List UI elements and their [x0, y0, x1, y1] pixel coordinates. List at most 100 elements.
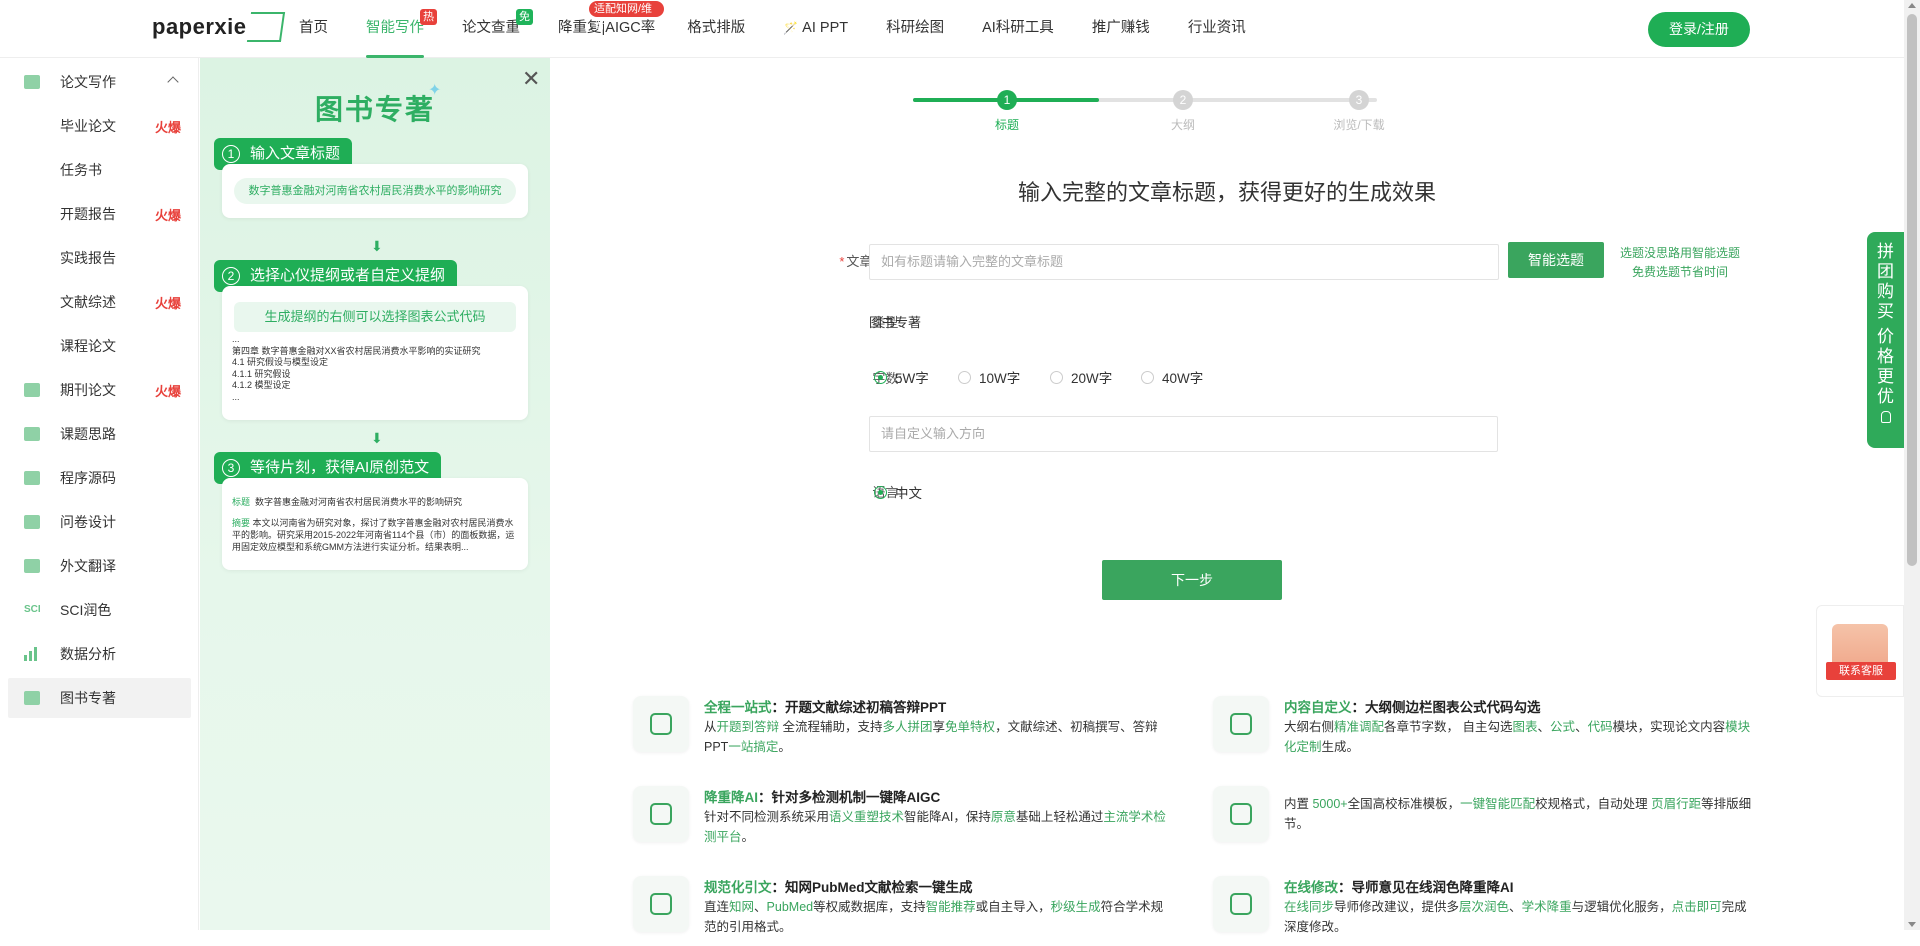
feature-desc-segment: 一键智能匹配 [1460, 797, 1536, 811]
close-icon[interactable]: ✕ [522, 68, 540, 90]
feature-desc-segment: 针对不同检测系统采用 [704, 810, 830, 824]
shield-icon [633, 786, 689, 842]
sidebar-item[interactable]: 程序源码 [8, 458, 191, 498]
feature-desc-segment: 免单特权 [945, 720, 996, 734]
words-radio[interactable]: 40W字 [1141, 367, 1203, 387]
feature-desc-segment: 、 [1575, 720, 1588, 734]
title-input[interactable]: 如有标题请输入完整的文章标题 [869, 244, 1499, 280]
example-title: 数字普惠金融对河南省农村居民消费水平的影响研究 [234, 178, 516, 204]
sidebar-item-label: 论文写作 [60, 74, 116, 90]
nav-item[interactable]: 推广赚钱 [1083, 0, 1159, 58]
smart-topic-button[interactable]: 智能选题 [1508, 242, 1604, 278]
feature-item: 全程一站式：开题文献综述初稿答辩PPT 从开题到答辩 全流程辅助，支持多人拼团享免… [633, 696, 1173, 766]
outline-tip: 生成提纲的右侧可以选择图表公式代码 [234, 302, 516, 332]
feature-desc-segment: 一站搞定 [728, 740, 779, 754]
words-radio-label: 5W字 [895, 371, 929, 386]
chart-icon [24, 647, 40, 661]
feature-desc-segment: 全国高校标准模板， [1347, 797, 1461, 811]
translate-icon [24, 559, 40, 573]
direction-input[interactable]: 请自定义输入方向 [869, 416, 1498, 452]
feature-desc-segment: 语义重塑技术 [829, 810, 905, 824]
scroll-down-icon[interactable] [1908, 922, 1916, 927]
monitor-icon-glyph [650, 893, 672, 915]
nav-item[interactable]: 科研绘图 [877, 0, 953, 58]
outline-line: 第四章 数字普惠金融对XX省农村居民消费水平影响的实证研究 [232, 345, 481, 356]
feature-desc-segment: 点击即可 [1671, 900, 1722, 914]
feature-desc-segment: 公式 [1550, 720, 1576, 734]
chevron-up-icon[interactable] [167, 76, 179, 88]
sidebar-sub-item[interactable]: 文献综述 火爆 [8, 282, 191, 322]
logo-mark-icon [246, 12, 285, 42]
language-radio-chinese[interactable]: 中文 [874, 482, 922, 502]
words-radio[interactable]: 5W字 [874, 367, 929, 387]
feature-desc-segment: 原意 [990, 810, 1016, 824]
nav-item[interactable]: 降重复|AIGC率 适配知网/维普 [549, 0, 665, 58]
nav-item-label: 智能写作 [366, 20, 424, 36]
nav-item[interactable]: 🪄 AI PPT [774, 0, 857, 58]
service-label: 联系客服 [1826, 662, 1896, 680]
feature-desc-segment: PubMed [766, 900, 814, 914]
nav-item[interactable]: 论文查重免 [453, 0, 533, 58]
sidebar-item[interactable]: 期刊论文 火爆 [8, 370, 191, 410]
nav-item[interactable]: 智能写作热 [357, 0, 437, 58]
magic-wand-icon: 🪄 [783, 21, 799, 35]
customer-service-widget[interactable]: 联系客服 [1816, 605, 1904, 697]
type-value: 图书专著 [869, 315, 922, 330]
circle-icon-glyph [650, 713, 672, 735]
feature-title: 降重降AI：针对多检测机制一键降AIGC [704, 786, 940, 806]
sidebar-item[interactable]: 问卷设计 [8, 502, 191, 542]
sidebar-sub-item[interactable]: 毕业论文 火爆 [8, 106, 191, 146]
sidebar-sub-item[interactable]: 课程论文 [8, 326, 191, 366]
group-buy-tab[interactable]: 拼团购买价格更优 [1867, 232, 1904, 448]
feature-title: 在线修改：导师意见在线润色降重降AI [1284, 876, 1514, 896]
feature-item: 规范化引文：知网PubMed文献检索一键生成 直连知网、PubMed等权威数据库，… [633, 876, 1173, 946]
sidebar-item[interactable]: 外文翻译 [8, 546, 191, 586]
group-buy-char: 优 [1877, 387, 1894, 406]
sidebar-item[interactable]: 图书专著 [8, 678, 191, 718]
words-radio[interactable]: 10W字 [958, 367, 1020, 387]
feature-desc-segment: 与逻辑优化服务， [1571, 900, 1672, 914]
nav-item-label: 推广赚钱 [1091, 20, 1150, 36]
sidebar-sub-item[interactable]: 任务书 [8, 150, 191, 190]
smart-topic-tip[interactable]: 选题没思路用智能选题 免费选题节省时间 [1616, 244, 1744, 282]
code-icon-glyph [1230, 713, 1252, 735]
hot-badge: 火爆 [154, 207, 181, 223]
nav-item-label: 论文查重 [462, 20, 520, 36]
feature-desc-segment: 大纲右侧 [1284, 720, 1335, 734]
nav-item[interactable]: 行业资讯 [1179, 0, 1255, 58]
feature-title-text: ：针对多检测机制一键降AIGC [758, 790, 941, 805]
feature-desc-segment: 多人拼团 [882, 720, 933, 734]
page-scrollbar[interactable] [1904, 0, 1920, 930]
paperxie-logo[interactable]: paperxie [152, 12, 285, 42]
shield-icon-glyph [650, 803, 672, 825]
sidebar-item[interactable]: 课题思路 [8, 414, 191, 454]
next-step-button[interactable]: 下一步 [1102, 560, 1282, 600]
nav-item[interactable]: 首页 [290, 0, 337, 58]
feature-desc: 大纲右侧精准调配各章节字数， 自主勾选图表、公式、代码模块，实现论文内容模块化定… [1284, 717, 1754, 757]
step-label-2: 大纲 [1170, 118, 1195, 132]
words-radio-label: 40W字 [1162, 371, 1204, 386]
sidebar-item-label: 数据分析 [60, 646, 116, 662]
feature-desc-segment: 图表 [1512, 720, 1538, 734]
sidebar-item[interactable]: 数据分析 [8, 634, 191, 674]
nav-item-label: 首页 [299, 20, 328, 36]
feature-desc-segment: 等权威数据库，支持 [813, 900, 926, 914]
feature-desc: 直连知网、PubMed等权威数据库，支持智能推荐或自主导入，秒级生成符合学术规范… [704, 897, 1174, 937]
feature-title-highlight: 在线修改 [1284, 880, 1338, 895]
scroll-up-icon[interactable] [1908, 3, 1916, 8]
feature-desc-segment: 、 [754, 900, 767, 914]
sidebar-item-label: 期刊论文 [60, 382, 116, 398]
login-register-button[interactable]: 登录/注册 [1648, 12, 1750, 47]
words-radio[interactable]: 20W字 [1050, 367, 1112, 387]
scroll-thumb[interactable] [1907, 14, 1917, 566]
nav-item[interactable]: 格式排版 [678, 0, 754, 58]
feature-title-highlight: 全程一站式 [704, 700, 772, 715]
sidebar-sub-item[interactable]: 实践报告 [8, 238, 191, 278]
sidebar-sub-item[interactable]: 开题报告 火爆 [8, 194, 191, 234]
sidebar-item[interactable]: SCI SCI润色 [8, 590, 191, 630]
nav-item-label: AI科研工具 [982, 20, 1054, 36]
code-icon [1213, 696, 1269, 752]
sidebar-item-writing[interactable]: 论文写作 [8, 62, 191, 102]
feature-item: 在线修改：导师意见在线润色降重降AI 在线同步导师修改建议，提供多层次润色、学术降… [1213, 876, 1753, 946]
nav-item[interactable]: AI科研工具 [973, 0, 1063, 58]
